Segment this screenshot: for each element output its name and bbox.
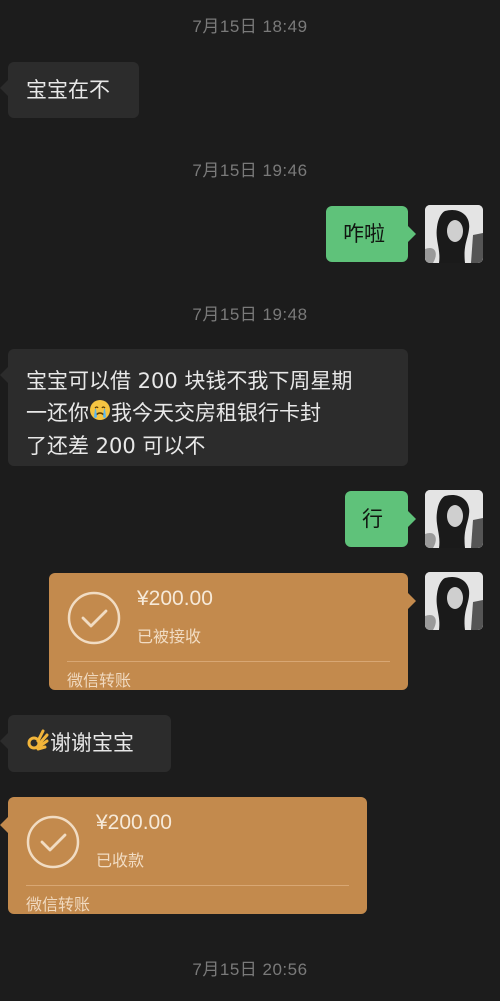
message-bubble-incoming[interactable]: 宝宝在不 [0, 62, 139, 118]
avatar-photo-icon [425, 572, 483, 630]
ok-hand-icon [26, 728, 50, 761]
avatar[interactable] [425, 205, 483, 263]
message-text: 一还你 [26, 401, 89, 425]
avatar[interactable] [425, 490, 483, 548]
message-text: 行 [362, 507, 383, 531]
crying-face-icon [89, 398, 111, 430]
divider [67, 661, 390, 662]
message-text-line: 一还你 我今天交房租银行卡封 [26, 397, 390, 430]
timestamp: 7月15日 20:56 [192, 960, 308, 979]
timestamp: 7月15日 18:49 [192, 17, 308, 36]
message-text: 我今天交房租银行卡封 [111, 401, 321, 425]
transfer-card-incoming[interactable]: ¥200.00 已收款 微信转账 [0, 797, 367, 914]
transfer-amount: ¥200.00 [96, 811, 172, 834]
check-circle-icon [67, 591, 121, 645]
timestamp: 7月15日 19:48 [192, 305, 308, 324]
transfer-amount: ¥200.00 [137, 587, 213, 610]
timestamp: 7月15日 19:46 [192, 161, 308, 180]
avatar-photo-icon [425, 205, 483, 263]
transfer-label: 微信转账 [67, 671, 132, 690]
divider [26, 885, 349, 886]
message-bubble-incoming[interactable]: 宝宝可以借 200 块钱不我下周星期 一还你 我今天交房租银行卡封 了还差 20… [0, 349, 408, 466]
transfer-card-outgoing[interactable]: ¥200.00 已被接收 微信转账 [49, 573, 416, 690]
check-circle-icon [26, 815, 80, 869]
message-bubble-outgoing[interactable]: 行 [345, 491, 416, 547]
transfer-label: 微信转账 [26, 895, 91, 914]
message-text: 咋啦 [343, 222, 385, 246]
avatar[interactable] [425, 572, 483, 630]
message-text: 宝宝在不 [26, 78, 110, 102]
message-text-line: 了还差 200 可以不 [26, 434, 206, 458]
message-text-line: 宝宝可以借 200 块钱不我下周星期 [26, 369, 353, 393]
transfer-status: 已收款 [96, 851, 145, 870]
transfer-status: 已被接收 [137, 627, 202, 646]
message-bubble-incoming[interactable]: 谢谢宝宝 [0, 715, 171, 772]
avatar-photo-icon [425, 490, 483, 548]
message-text: 谢谢宝宝 [50, 731, 134, 755]
message-bubble-outgoing[interactable]: 咋啦 [326, 206, 416, 262]
